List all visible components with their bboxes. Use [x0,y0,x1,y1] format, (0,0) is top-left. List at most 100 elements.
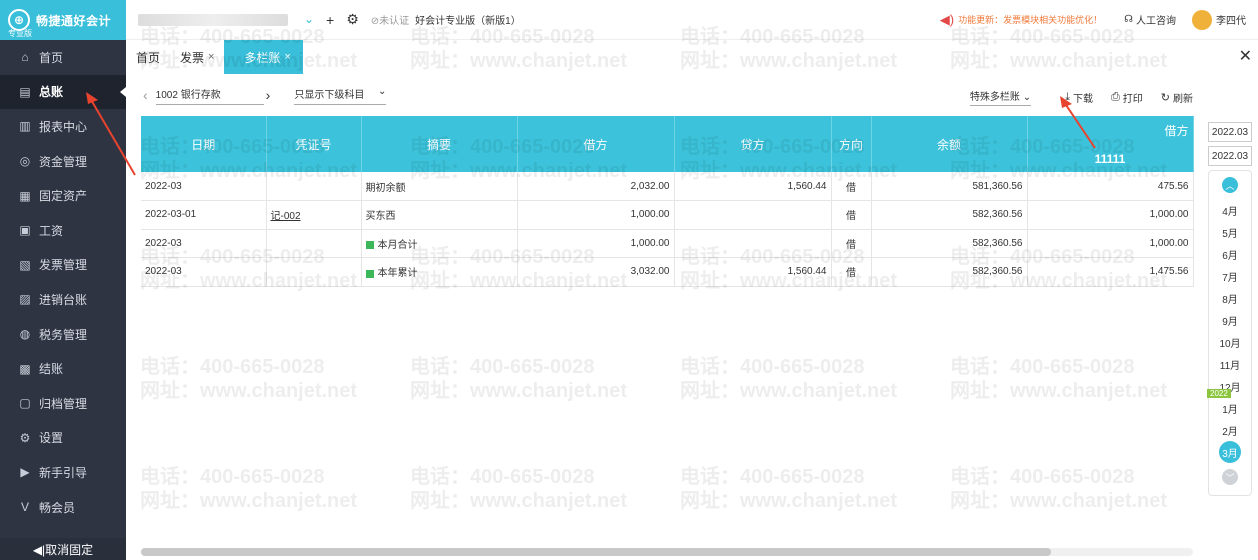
sidebar-item-1[interactable]: ▤ 总账 [0,74,126,110]
table-body: 2022-03 期初余额 2,032.00 1,560.44 借 581,360.56 47… [141,172,1194,287]
table-row[interactable]: 2022-03-01 记-002 买东西 1,000.00 借 582,360.56 1,0… [141,200,1194,230]
sidebar-item-4[interactable]: ▦ 固定资产 [0,178,126,213]
special-multicolumn-select[interactable]: 特殊多栏账 ⌄ [969,88,1032,106]
cell-voucher[interactable]: 记-002 [266,200,362,230]
sidebar-item-9[interactable]: ▩ 结账 [0,351,126,386]
sidebar-item-12[interactable]: ▶ 新手引导 [0,455,126,490]
add-icon[interactable]: + [326,12,334,28]
sidebar-item-5[interactable]: ▣ 工资 [0,213,126,248]
sidebar-item-label: 新手引导 [39,465,88,480]
scrollbar-thumb[interactable] [141,548,1051,556]
month-item[interactable]: 1月 [1209,397,1251,419]
table-row[interactable]: 2022-03 本年累计 3,032.00 1,560.44 借 582,360.56 1,… [141,257,1194,287]
gear-icon[interactable]: ⚙ [346,11,359,28]
print-button[interactable]: ⎙ 打印 [1111,90,1143,105]
close-tab-icon[interactable]: × [208,51,214,63]
cell-balance-value: 581,360.56 [972,180,1023,192]
period-to-field[interactable]: 2022.03 [1208,146,1252,166]
horizontal-scrollbar[interactable] [141,548,1193,556]
month-item[interactable]: 10月 [1209,331,1251,353]
download-label: 下载 [1072,93,1093,105]
sidebar-item-11[interactable]: ⚙ 设置 [0,421,126,456]
download-button[interactable]: ⤓ 下载 [1065,90,1093,105]
period-panel: 2022.03 2022.03 ︿ 4月 5月 6月 7月 8月 9月 10月 11月 12月 2… [1207,122,1252,496]
month-item[interactable]: 7月 [1209,265,1251,287]
header-direction[interactable]: 方向 [831,116,872,172]
sidebar-item-10[interactable]: ▢ 归档管理 [0,386,126,421]
special-multicolumn-label: 特殊多栏账 [969,92,1020,103]
page-tabs: 首页 发票 × 多栏账 × ✕ [126,40,1258,74]
company-selector[interactable]: ⌄ [134,10,314,30]
sidebar-item-13[interactable]: V 畅会员 [0,490,126,525]
update-notice[interactable]: ◀) 功能更新：发票模块相关功能优化！ [940,12,1102,28]
cell-direction: 借 [831,172,872,201]
header-balance[interactable]: 余额 [871,116,1028,172]
tab-0[interactable]: 首页 [126,40,170,74]
settings-icon: ⚙ [19,430,31,445]
tab-2[interactable]: 多栏账 × [224,40,303,74]
sidebar-nav: ⌂ 首页 ▤ 总账 ▥ 报表中心 ◎ 资金管理 ▦ 固定资产 ▣ 工资 ▧ 发票管理 ▨ 进销台账 ◍ 税务管理 ▩… [0,40,126,524]
month-item[interactable]: 9月 [1209,309,1251,331]
sidebar-item-8[interactable]: ◍ 税务管理 [0,317,126,352]
unpin-sidebar-button[interactable]: ◀|取消固定 [0,538,126,560]
month-label: 8月 [1222,294,1238,306]
previous-subject-icon[interactable]: ‹ [143,87,148,103]
header-date[interactable]: 日期 [141,116,267,172]
cell-direction: 借 [831,257,872,287]
guide-icon: ▶ [20,465,30,480]
header-debit-detail[interactable]: 借方 11111 [1027,116,1194,172]
cell-direction-value: 借 [846,239,856,251]
month-item[interactable]: 4月 [1209,199,1251,221]
month-label: 7月 [1222,272,1238,284]
certification-status[interactable]: ⊘未认证 [371,12,409,27]
main-content: ‹ 1002 银行存款 › 只显示下级科目 ⌄ 特殊多栏账 ⌄ ⤓ 下载 ⎙ 打… [141,74,1194,560]
checkout-icon: ▩ [19,361,31,376]
top-bar: ⌄ + ⚙ ⊘未认证 好会计专业版（新版1） ◀) 功能更新：发票模块相关功能优… [126,0,1258,40]
refresh-button[interactable]: ↻ 刷新 [1161,90,1193,105]
table-row[interactable]: 2022-03 本月合计 1,000.00 借 582,360.56 1,000.00 [141,229,1194,258]
chevron-down-icon: ⌄ [303,11,314,26]
cell-debit-detail: 1,000.00 [1027,200,1194,230]
brand-header[interactable]: ⊕ 畅捷通好会计 专业版 [0,0,126,40]
table-row[interactable]: 2022-03 期初余额 2,032.00 1,560.44 借 581,360.56 47… [141,172,1194,201]
month-list: ︿ 4月 5月 6月 7月 8月 9月 10月 11月 12月 2022 1月 2月 3月 ﹀ [1207,170,1252,496]
sidebar-item-6[interactable]: ▧ 发票管理 [0,248,126,283]
month-item[interactable]: 5月 [1209,221,1251,243]
header-debit[interactable]: 借方 [517,116,675,172]
header-credit[interactable]: 贷方 [674,116,832,172]
sidebar-item-label: 资金管理 [39,154,88,169]
home-icon: ⌂ [21,50,29,65]
month-item[interactable]: 11月 [1209,353,1251,375]
sidebar-item-label: 工资 [39,223,64,238]
cell-debit-value: 2,032.00 [630,180,670,192]
sidebar-item-2[interactable]: ▥ 报表中心 [0,109,126,144]
close-tab-icon[interactable]: × [284,51,290,63]
year-tag: 2022 [1207,389,1231,398]
month-item[interactable]: 3月 [1209,441,1251,463]
summary-row-icon [365,269,374,278]
subject-selector[interactable]: 1002 银行存款 [155,86,264,105]
sidebar-item-label: 报表中心 [39,119,88,134]
tab-1[interactable]: 发票 × [170,40,224,74]
user-menu[interactable]: 李四代 [1192,9,1246,30]
support-button[interactable]: ☊ 人工咨询 [1124,12,1176,27]
sidebar-item-label: 结账 [39,362,64,377]
close-icon[interactable]: ✕ [1239,46,1252,66]
month-item[interactable]: 6月 [1209,243,1251,265]
sidebar-item-7[interactable]: ▨ 进销台账 [0,282,126,317]
month-item[interactable]: 8月 [1209,287,1251,309]
period-from-field[interactable]: 2022.03 [1208,122,1252,142]
cell-date: 2022-03 [141,229,267,258]
next-subject-icon[interactable]: › [266,87,271,103]
sidebar-item-3[interactable]: ◎ 资金管理 [0,144,126,179]
subject-filter-select[interactable]: 只显示下级科目 ⌄ [294,86,387,105]
sidebar-item-0[interactable]: ⌂ 首页 [0,40,126,75]
chevron-down-icon[interactable]: ﹀ [1222,469,1238,485]
month-item[interactable]: 2月 [1209,419,1251,441]
sidebar-item-label: 归档管理 [39,396,88,411]
vip-icon: V [20,500,29,515]
cell-voucher [266,257,362,287]
chevron-up-icon[interactable]: ︿ [1222,177,1238,193]
header-voucher[interactable]: 凭证号 [266,116,362,172]
header-summary[interactable]: 摘要 [361,116,518,172]
